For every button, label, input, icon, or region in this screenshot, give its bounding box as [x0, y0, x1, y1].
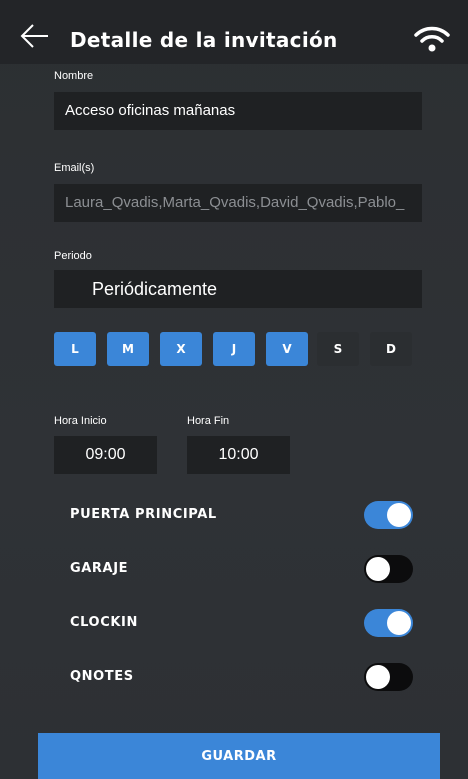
emails-field[interactable]: Laura_Qvadis,Marta_Qvadis,David_Qvadis,P… [54, 184, 422, 222]
door-toggle-garaje[interactable] [364, 555, 413, 583]
invitation-detail-screen: Detalle de la invitación Nombre Acceso o… [0, 0, 468, 779]
name-label: Nombre [54, 70, 94, 82]
door-label-qnotes: QNOTES [70, 669, 134, 684]
period-label: Periodo [54, 250, 92, 262]
start-time-label: Hora Inicio [54, 415, 107, 427]
back-button[interactable] [20, 22, 50, 50]
day-toggle-d[interactable]: D [370, 332, 412, 366]
wifi-icon [414, 26, 450, 52]
toggle-knob [366, 557, 390, 581]
day-toggle-l[interactable]: L [54, 332, 96, 366]
start-time-field[interactable]: 09:00 [54, 436, 157, 474]
day-toggle-s[interactable]: S [317, 332, 359, 366]
save-button[interactable]: GUARDAR [38, 733, 440, 779]
arrow-left-icon [20, 24, 48, 48]
toggle-knob [387, 503, 411, 527]
day-toggle-j[interactable]: J [213, 332, 255, 366]
door-toggle-qnotes[interactable] [364, 663, 413, 691]
page-title: Detalle de la invitación [70, 28, 338, 52]
emails-label: Email(s) [54, 162, 95, 174]
door-label-puerta-principal: PUERTA PRINCIPAL [70, 507, 217, 522]
day-toggle-v[interactable]: V [266, 332, 308, 366]
app-header: Detalle de la invitación [0, 0, 468, 64]
end-time-label: Hora Fin [187, 415, 230, 427]
day-toggle-x[interactable]: X [160, 332, 202, 366]
door-toggle-clockin[interactable] [364, 609, 413, 637]
day-toggle-m[interactable]: M [107, 332, 149, 366]
door-toggle-puerta-principal[interactable] [364, 501, 413, 529]
name-field[interactable]: Acceso oficinas mañanas [54, 92, 422, 130]
end-time-field[interactable]: 10:00 [187, 436, 290, 474]
door-label-clockin: CLOCKIN [70, 615, 138, 630]
toggle-knob [366, 665, 390, 689]
toggle-knob [387, 611, 411, 635]
door-label-garaje: GARAJE [70, 561, 129, 576]
period-select[interactable]: Periódicamente [54, 270, 422, 308]
